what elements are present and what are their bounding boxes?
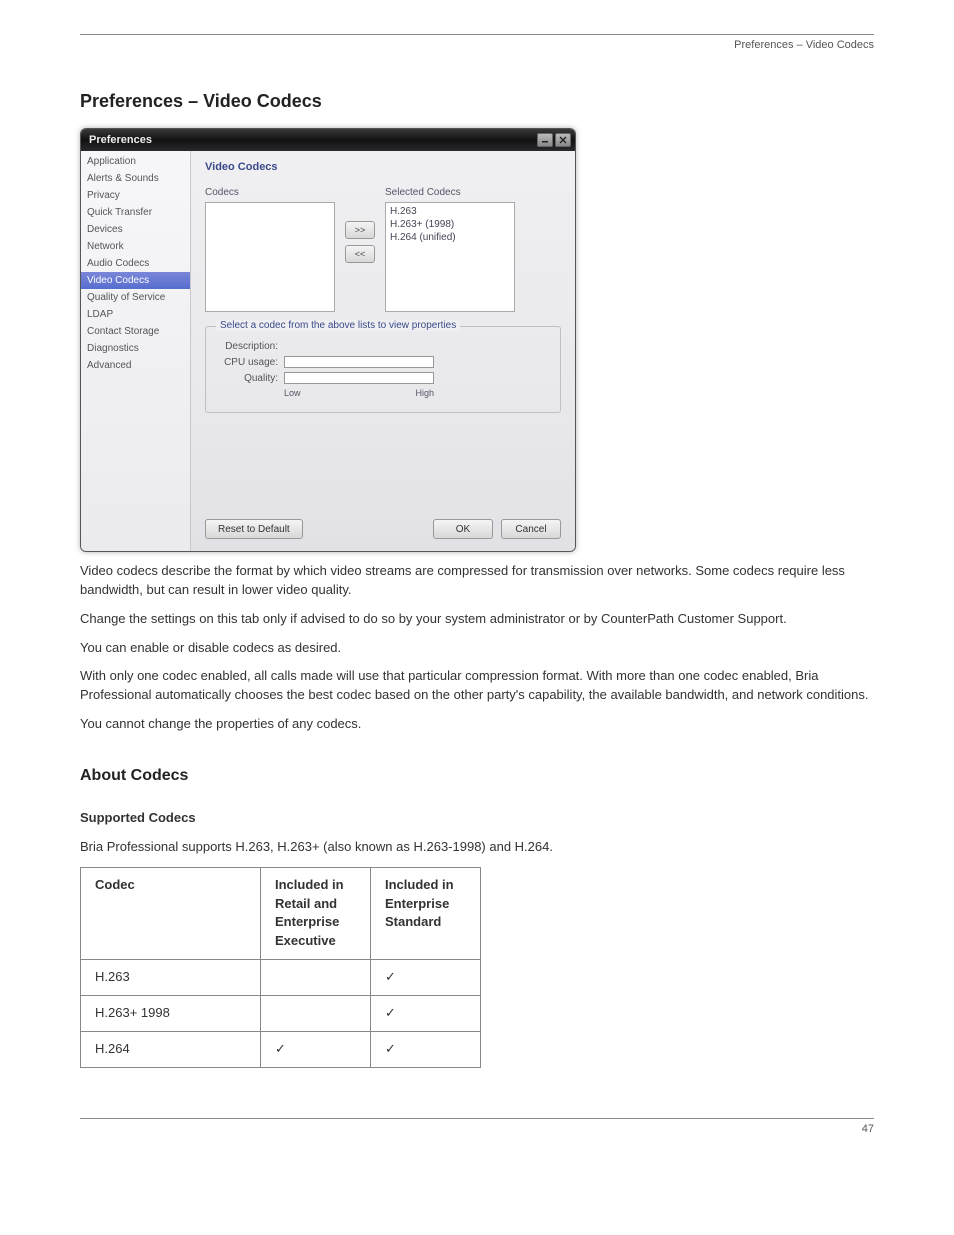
sidebar-item-quick-transfer[interactable]: Quick Transfer — [81, 204, 190, 221]
minimize-button[interactable] — [537, 133, 553, 147]
reset-to-default-button[interactable]: Reset to Default — [205, 519, 303, 539]
list-item[interactable]: H.263+ (1998) — [390, 218, 510, 231]
move-left-button[interactable]: << — [345, 245, 375, 263]
doc-p5: You cannot change the properties of any … — [80, 715, 874, 734]
doc-p2: Change the settings on this tab only if … — [80, 610, 874, 629]
cancel-button[interactable]: Cancel — [501, 519, 561, 539]
sidebar-item-advanced[interactable]: Advanced — [81, 357, 190, 374]
quality-label: Quality: — [216, 373, 278, 384]
table-row: H.264✓✓ — [81, 1031, 481, 1067]
th-codec: Codec — [81, 867, 261, 959]
th-standard: Included in Enterprise Standard — [371, 867, 481, 959]
sidebar-item-alerts-sounds[interactable]: Alerts & Sounds — [81, 170, 190, 187]
table-row: H.263✓ — [81, 960, 481, 996]
page-number: 47 — [862, 1123, 874, 1135]
page-title: Preferences – Video Codecs — [80, 91, 874, 112]
close-button[interactable] — [555, 133, 571, 147]
doc-p3: You can enable or disable codecs as desi… — [80, 639, 874, 658]
supported-text: Bria Professional supports H.263, H.263+… — [80, 838, 874, 857]
panel-title: Video Codecs — [205, 161, 561, 173]
sidebar: ApplicationAlerts & SoundsPrivacyQuick T… — [81, 151, 191, 551]
list-item[interactable]: H.264 (unified) — [390, 231, 510, 244]
sidebar-item-diagnostics[interactable]: Diagnostics — [81, 340, 190, 357]
table-row: H.263+ 1998✓ — [81, 996, 481, 1032]
doc-p1: Video codecs describe the format by whic… — [80, 562, 874, 600]
ok-button[interactable]: OK — [433, 519, 493, 539]
sidebar-item-application[interactable]: Application — [81, 153, 190, 170]
preferences-window: Preferences ApplicationAlerts & SoundsPr… — [80, 128, 576, 552]
scale-high: High — [415, 388, 434, 398]
move-right-button[interactable]: >> — [345, 221, 375, 239]
titlebar[interactable]: Preferences — [81, 129, 575, 151]
sidebar-item-video-codecs[interactable]: Video Codecs — [81, 272, 190, 289]
selected-codecs-label: Selected Codecs — [385, 187, 515, 198]
codec-properties-fieldset: Select a codec from the above lists to v… — [205, 326, 561, 413]
cpu-label: CPU usage: — [216, 357, 278, 368]
about-codecs-heading: About Codecs — [80, 764, 874, 787]
window-title: Preferences — [89, 134, 152, 146]
sidebar-item-privacy[interactable]: Privacy — [81, 187, 190, 204]
sidebar-item-audio-codecs[interactable]: Audio Codecs — [81, 255, 190, 272]
selected-codecs-list[interactable]: H.263H.263+ (1998)H.264 (unified) — [385, 202, 515, 312]
cpu-usage-bar — [284, 356, 434, 368]
fieldset-legend: Select a codec from the above lists to v… — [216, 320, 460, 331]
doc-p4: With only one codec enabled, all calls m… — [80, 667, 874, 705]
sidebar-item-network[interactable]: Network — [81, 238, 190, 255]
supported-codecs-heading: Supported Codecs — [80, 809, 874, 828]
sidebar-item-quality-of-service[interactable]: Quality of Service — [81, 289, 190, 306]
available-codecs-list[interactable] — [205, 202, 335, 312]
sidebar-item-devices[interactable]: Devices — [81, 221, 190, 238]
codecs-label: Codecs — [205, 187, 335, 198]
codec-support-table: Codec Included in Retail and Enterprise … — [80, 867, 481, 1068]
description-label: Description: — [216, 341, 278, 352]
header-right: Preferences – Video Codecs — [734, 39, 874, 51]
sidebar-item-ldap[interactable]: LDAP — [81, 306, 190, 323]
quality-bar — [284, 372, 434, 384]
th-retail: Included in Retail and Enterprise Execut… — [261, 867, 371, 959]
scale-low: Low — [284, 388, 301, 398]
list-item[interactable]: H.263 — [390, 205, 510, 218]
sidebar-item-contact-storage[interactable]: Contact Storage — [81, 323, 190, 340]
